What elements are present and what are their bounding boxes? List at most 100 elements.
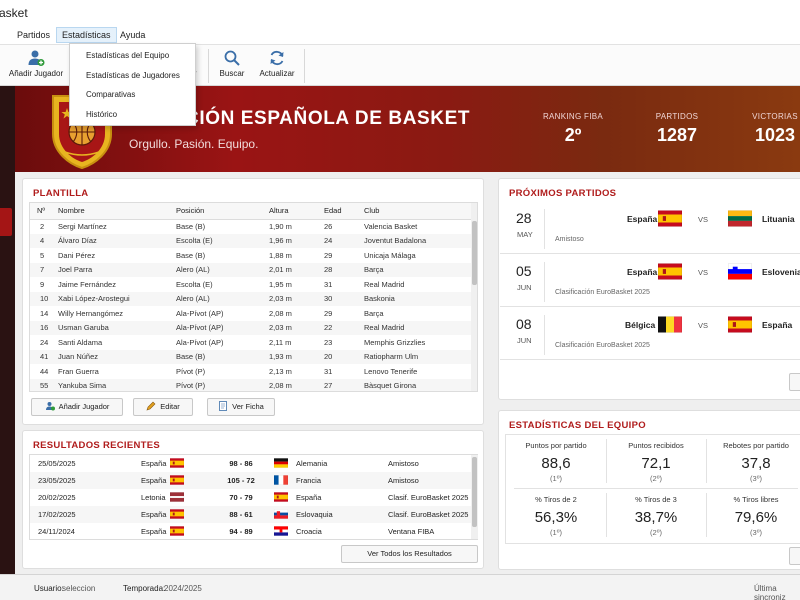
player-name: Xabi López-Arostegui (58, 291, 176, 306)
upcoming-match[interactable]: 05 JUN España VS Eslovenia Clasificación Euro… (500, 255, 800, 307)
banner-stat-value: 1023 (754, 125, 796, 145)
roster-row[interactable]: 55 Yankuba Sima Pívot (P) 2,08 m 27 Bàsquet G… (30, 378, 472, 391)
match-month: JUN (517, 336, 532, 345)
roster-row[interactable]: 41 Juan Núñez Base (B) 1,93 m 20 Ratiopharm U… (30, 349, 472, 364)
status-bar: Usuario: seleccion Temporada: 2024/2025 … (0, 574, 800, 600)
search-toolbar-button[interactable]: Buscar (216, 49, 248, 85)
team-stat-cell: % Tiros de 2 56,3% (1º) (506, 493, 606, 543)
result-row[interactable]: 20/02/2025 Letonia 70 - 79 España Clasif. Eu… (30, 489, 477, 506)
team-stat-value: 37,8 (741, 455, 771, 472)
roster-row[interactable]: 7 Joel Parra Alero (AL) 2,01 m 28 Barça (30, 262, 472, 277)
player-number: 16 (30, 320, 58, 335)
flag-es-icon (658, 263, 682, 280)
col-header-age[interactable]: Edad (324, 203, 364, 220)
refresh-toolbar-label: Actualizar (259, 69, 295, 78)
document-icon (219, 401, 228, 411)
menu-option-comparisons[interactable]: Comparativas (70, 85, 195, 105)
player-age: 23 (324, 337, 333, 347)
player-height: 2,03 m (269, 320, 324, 335)
roster-row[interactable]: 44 Fran Guerra Pívot (P) 2,13 m 31 Lenovo Ten… (30, 364, 472, 379)
player-club: Barça (364, 262, 472, 277)
team-stat-cell: Puntos recibidos 72,1 (2º) (606, 439, 706, 489)
player-age: 24 (324, 233, 364, 248)
roster-row[interactable]: 2 Sergi Martínez Base (B) 1,90 m 26 Valencia … (30, 219, 472, 234)
team-stats-more-button[interactable] (789, 547, 800, 565)
add-player-toolbar-button[interactable]: Añadir Jugador (8, 49, 64, 85)
menu-option-player-stats[interactable]: Estadísticas de Jugadores (70, 66, 195, 86)
match-day: 08 (516, 316, 532, 332)
roster-title: PLANTILLA (33, 188, 89, 199)
match-divider (544, 315, 545, 355)
upcoming-match[interactable]: 08 JUN Bélgica VS España Clasificación EuroBa… (500, 308, 800, 360)
edit-player-button[interactable]: Editar (133, 398, 193, 416)
match-vs-label: VS (698, 268, 709, 277)
team-stat-label: Rebotes por partido (723, 441, 789, 450)
menu-bar: Partidos Estadísticas Ayuda (0, 26, 800, 44)
team-stat-value: 56,3% (534, 509, 578, 526)
menu-item-file[interactable] (0, 27, 9, 43)
sidebar-active-item[interactable] (0, 208, 12, 236)
player-position: Ala-Pívot (AP) (176, 320, 269, 335)
upcoming-more-button[interactable] (789, 373, 800, 391)
menu-option-history[interactable]: Histórico (70, 105, 195, 125)
result-date: 23/05/2025 (38, 476, 76, 485)
player-height: 1,93 m (269, 349, 324, 364)
player-position: Alero (AL) (176, 262, 269, 277)
refresh-toolbar-button[interactable]: Actualizar (258, 49, 296, 85)
upcoming-match[interactable]: 28 MAY España VS Lituania Amistoso (500, 202, 800, 254)
results-scrollbar-thumb[interactable] (472, 457, 477, 527)
result-row[interactable]: 17/02/2025 España 88 - 61 Eslovaquia Clasif.… (30, 506, 477, 523)
match-month: MAY (517, 230, 533, 239)
view-profile-button[interactable]: Ver Ficha (207, 398, 275, 416)
roster-row[interactable]: 14 Willy Hernangómez Ala-Pívot (AP) 2,08 m 2… (30, 306, 472, 321)
roster-row[interactable]: 10 Xabi López-Arostegui Alero (AL) 2,03 m 30… (30, 291, 472, 306)
player-height: 1,90 m (269, 222, 292, 231)
menu-item-partidos[interactable]: Partidos (12, 27, 55, 43)
pencil-icon (146, 401, 156, 411)
col-header-name[interactable]: Nombre (58, 203, 176, 220)
result-row[interactable]: 25/05/2025 España 98 - 86 Alemania Amistoso (30, 455, 477, 472)
col-header-club[interactable]: Club (364, 203, 472, 220)
flag-es-icon (274, 492, 288, 502)
col-header-height[interactable]: Altura (269, 203, 324, 220)
team-stats-title: ESTADÍSTICAS DEL EQUIPO (509, 420, 646, 431)
player-number: 41 (30, 349, 58, 364)
menu-item-estadisticas[interactable]: Estadísticas (56, 27, 117, 43)
window-title: asket (0, 6, 28, 20)
result-score: 105 - 72 (227, 476, 255, 485)
menu-item-ayuda[interactable]: Ayuda (115, 27, 150, 43)
add-player-toolbar-label: Añadir Jugador (8, 69, 64, 78)
left-sidebar (0, 86, 15, 574)
result-score: 70 - 79 (229, 493, 253, 502)
menu-option-team-stats[interactable]: Estadísticas del Equipo (70, 46, 195, 66)
result-row[interactable]: 23/05/2025 España 105 - 72 Francia Amistoso (30, 472, 477, 489)
player-name: Álvaro Díaz (58, 233, 176, 248)
col-header-number[interactable]: Nº (30, 203, 58, 220)
player-club: Unicaja Málaga (364, 250, 416, 260)
match-competition: Amistoso (555, 236, 584, 243)
team-stat-divider (606, 493, 607, 537)
team-stat-label: % Tiros de 3 (635, 495, 677, 504)
player-name: Willy Hernangómez (58, 308, 124, 318)
roster-row[interactable]: 24 Santi Aldama Ala-Pívot (AP) 2,11 m 23 Memp… (30, 335, 472, 350)
roster-row[interactable]: 9 Jaime Fernández Escolta (E) 1,95 m 31 Real … (30, 277, 472, 292)
player-age: 30 (324, 291, 364, 306)
roster-row[interactable]: 4 Álvaro Díaz Escolta (E) 1,96 m 24 Joventut … (30, 233, 472, 248)
result-date: 17/02/2025 (38, 510, 76, 519)
flag-lv-icon (170, 492, 184, 502)
result-row[interactable]: 24/11/2024 España 94 - 89 Croacia Ventana FI… (30, 523, 477, 539)
add-player-button[interactable]: Añadir Jugador (31, 398, 123, 416)
roster-scrollbar[interactable] (471, 203, 477, 391)
roster-row[interactable]: 16 Usman Garuba Ala-Pívot (AP) 2,03 m 22 Real… (30, 320, 472, 335)
results-scrollbar[interactable] (471, 455, 478, 539)
view-all-results-button[interactable]: Ver Todos los Resultados (341, 545, 478, 563)
player-name: Juan Núñez (58, 349, 176, 364)
match-home-team: Bélgica (625, 320, 656, 330)
result-score: 88 - 61 (229, 510, 253, 519)
roster-row[interactable]: 5 Dani Pérez Base (B) 1,88 m 29 Unicaja Málag… (30, 248, 472, 263)
result-score: 98 - 86 (229, 459, 253, 468)
player-height: 2,11 m (269, 337, 292, 347)
roster-scrollbar-thumb[interactable] (472, 221, 477, 285)
result-competition: Amistoso (388, 459, 419, 468)
col-header-position[interactable]: Posición (176, 203, 269, 220)
